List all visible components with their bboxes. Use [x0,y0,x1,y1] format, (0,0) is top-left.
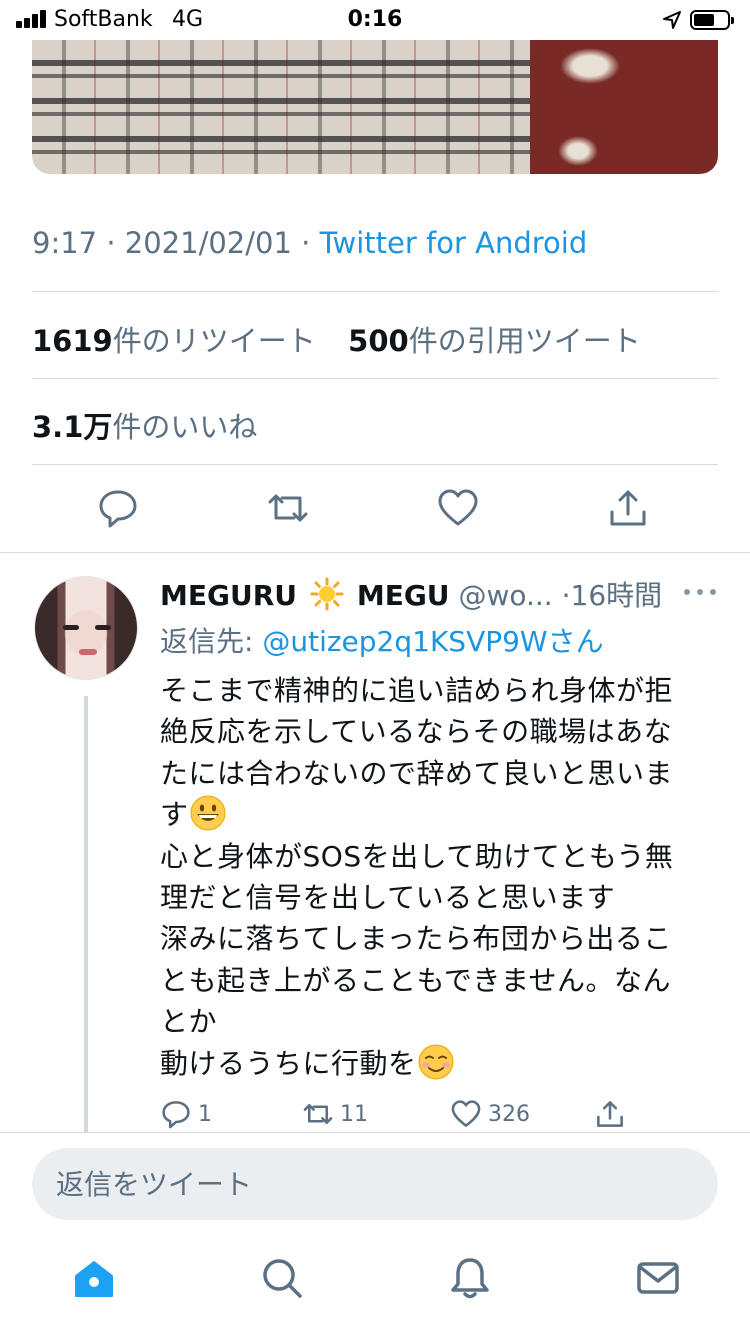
reply-line: とか [160,1005,218,1039]
display-name[interactable]: MEGURU [160,579,297,612]
reply-line: 心と身体がSOSを出して助けてともう無 [160,839,674,873]
messages-icon[interactable] [636,1256,680,1300]
reply-line: 理だと信号を出していると思います [160,881,616,915]
reply-line: そこまで精神的に追い詰められ身体が拒 [160,674,674,707]
divider [32,464,718,465]
reply-to-mention[interactable]: @utizep2q1KSVP9Wさん [262,625,603,658]
likes-stats[interactable]: 3.1万件のいいね [32,404,257,446]
reply-input[interactable] [56,1148,686,1220]
divider [0,552,750,553]
reply-to-label: 返信先: [160,625,263,658]
retweet-icon[interactable] [266,486,310,530]
location-arrow-icon [663,11,681,29]
reply-line-with-emoji: 動けるうちに行動を [160,1043,716,1084]
reply-line: 絶反応を示しているならその職場はあな [160,715,673,749]
reply-line: 深みに落ちてしまったら布団から出るこ [160,922,672,956]
tab-bar [0,1256,750,1316]
meta-separator: · [291,226,320,260]
retweets-label: 件のリツイート [112,324,316,358]
status-time: 0:16 [347,7,403,32]
avatar[interactable] [34,576,138,680]
status-bar: SoftBank 4G 0:16 [0,0,750,40]
meta-separator: · [97,226,125,260]
sun-emoji-icon [310,577,344,611]
retweet-icon [303,1104,333,1124]
tweet-time: 9:17 [32,226,98,260]
reply-composer [32,1148,718,1220]
quotes-count: 500 [348,324,409,358]
tweet-action-bar [0,486,750,536]
reply-to-line: 返信先: @utizep2q1KSVP9Wさん [160,620,604,660]
like-count: 326 [488,1101,530,1127]
reply-line: とも起き上がることもできません。なん [160,963,672,997]
tweet-meta: 9:17 · 2021/02/01 · Twitter for Android [32,226,587,260]
tweet-photo[interactable] [32,40,718,174]
reply-header: MEGURU MEGU @wo... ·16時間 [160,574,720,612]
like-icon [451,1100,481,1127]
thread-line [84,696,88,1132]
search-icon[interactable] [260,1256,304,1300]
divider [32,378,718,379]
divider [0,1132,750,1133]
notifications-icon[interactable] [448,1256,492,1300]
tweet-date: 2021/02/01 [124,226,292,260]
display-name-suffix[interactable]: MEGU [357,579,450,612]
reply-line: す [160,798,189,832]
retweets-count: 1619 [32,324,113,358]
likes-label: 件のいいね [112,410,258,444]
reply-reply-button[interactable]: 1 [160,1096,212,1132]
retweet-stats[interactable]: 1619件のリツイート 500件の引用ツイート [32,318,641,360]
home-icon[interactable] [72,1256,116,1300]
tweet-source-link[interactable]: Twitter for Android [320,226,588,260]
reply-line: たには合わないので辞めて良いと思いま [160,756,674,790]
reply-count: 1 [198,1101,212,1127]
quotes-label: 件の引用ツイート [408,324,641,358]
reply-retweet-button[interactable]: 11 [302,1096,368,1132]
reply-line-with-emoji: す [160,794,716,835]
smiling-face-emoji-icon [418,1044,454,1080]
share-icon[interactable] [606,486,650,530]
reply-text: そこまで精神的に追い詰められ身体が拒 絶反応を示しているならその職場はあな たに… [160,670,716,1084]
reply-icon[interactable] [96,486,140,530]
reply-icon [162,1101,190,1129]
retweet-count: 11 [340,1101,368,1127]
divider [32,291,718,292]
likes-count: 3.1万 [32,410,113,444]
reply-action-bar: 1 11 326 [160,1096,640,1132]
user-handle[interactable]: @wo... [458,579,552,612]
reply-share-button[interactable] [594,1096,626,1132]
reply-like-button[interactable]: 326 [450,1096,530,1132]
like-icon[interactable] [436,486,480,530]
more-dots-icon[interactable] [684,586,716,598]
share-icon [597,1101,623,1127]
reply-time: ·16時間 [561,579,663,612]
battery-icon [690,10,734,30]
grinning-face-emoji-icon [190,795,226,831]
reply-line: 動けるうちに行動を [160,1046,417,1080]
